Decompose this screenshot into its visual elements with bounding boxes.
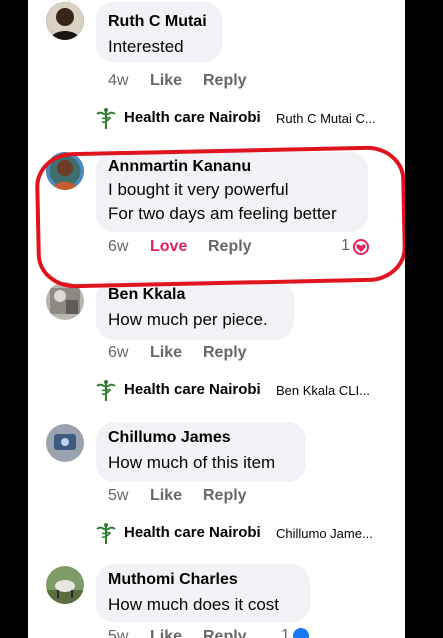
comment-meta: 6w Like Reply — [108, 344, 368, 364]
like-button[interactable]: Like — [150, 72, 182, 90]
reply-button[interactable]: Reply — [203, 72, 247, 90]
caduceus-icon — [96, 108, 116, 129]
love-button[interactable]: Love — [150, 238, 187, 256]
comment-text: For two days am feeling better — [108, 204, 337, 223]
comment-text: How much of this item — [108, 453, 276, 472]
heart-icon — [353, 239, 369, 255]
avatar-image — [46, 424, 84, 462]
like-button[interactable]: Like — [150, 487, 182, 505]
avatar[interactable] — [46, 566, 84, 604]
page-reply[interactable]: Health care Nairobi Ruth C Mutai C... — [94, 107, 405, 131]
reaction-count[interactable]: 1 — [341, 237, 350, 255]
page-name[interactable]: Health care Nairobi — [124, 524, 261, 541]
reply-button[interactable]: Reply — [203, 344, 247, 362]
reply-preview: Ruth C Mutai C... — [276, 111, 376, 126]
comment-time[interactable]: 6w — [108, 344, 128, 362]
comment-author[interactable]: Ben Kkala — [108, 286, 185, 304]
reply-preview: Ben Kkala CLI... — [276, 383, 370, 398]
avatar[interactable] — [46, 152, 84, 190]
comment-meta: 5w Like Reply — [108, 628, 368, 638]
comment-meta: 6w Love Reply — [108, 238, 368, 258]
comment-time[interactable]: 5w — [108, 487, 128, 505]
thumbs-up-icon — [293, 628, 309, 638]
avatar-image — [46, 282, 84, 320]
avatar-image — [46, 566, 84, 604]
reply-button[interactable]: Reply — [203, 487, 247, 505]
reply-button[interactable]: Reply — [208, 238, 252, 256]
comment-text: How much does it cost — [108, 595, 280, 614]
page-reply[interactable]: Health care Nairobi Ben Kkala CLI... — [94, 379, 405, 403]
page-name[interactable]: Health care Nairobi — [124, 109, 261, 126]
comment-meta: 4w Like Reply — [108, 72, 368, 92]
comment-text: I bought it very powerful — [108, 180, 289, 199]
reaction-count[interactable]: 1 — [281, 627, 290, 638]
comment-author[interactable]: Chillumo James — [108, 429, 231, 447]
avatar[interactable] — [46, 2, 84, 40]
reply-button[interactable]: Reply — [203, 628, 247, 638]
avatar-image — [46, 152, 84, 190]
like-button[interactable]: Like — [150, 344, 182, 362]
reply-preview: Chillumo Jame... — [276, 526, 373, 541]
comment-text: Interested — [108, 37, 184, 56]
like-button[interactable]: Like — [150, 628, 182, 638]
comment-thread: Ruth C Mutai Interested 4w Like Reply He… — [28, 0, 405, 638]
page-reply[interactable]: Health care Nairobi Chillumo Jame... — [94, 522, 405, 546]
comment-time[interactable]: 4w — [108, 72, 128, 90]
comment-author[interactable]: Muthomi Charles — [108, 571, 238, 589]
avatar[interactable] — [46, 282, 84, 320]
caduceus-icon — [96, 380, 116, 401]
comment-time[interactable]: 5w — [108, 628, 128, 638]
page-name[interactable]: Health care Nairobi — [124, 381, 261, 398]
comment-meta: 5w Like Reply — [108, 487, 368, 507]
avatar[interactable] — [46, 424, 84, 462]
comment-time[interactable]: 6w — [108, 238, 128, 256]
comment-text: How much per piece. — [108, 310, 268, 329]
comment-author[interactable]: Ruth C Mutai — [108, 13, 207, 31]
caduceus-icon — [96, 523, 116, 544]
comment-author[interactable]: Annmartin Kananu — [108, 158, 251, 176]
avatar-image — [46, 2, 84, 40]
